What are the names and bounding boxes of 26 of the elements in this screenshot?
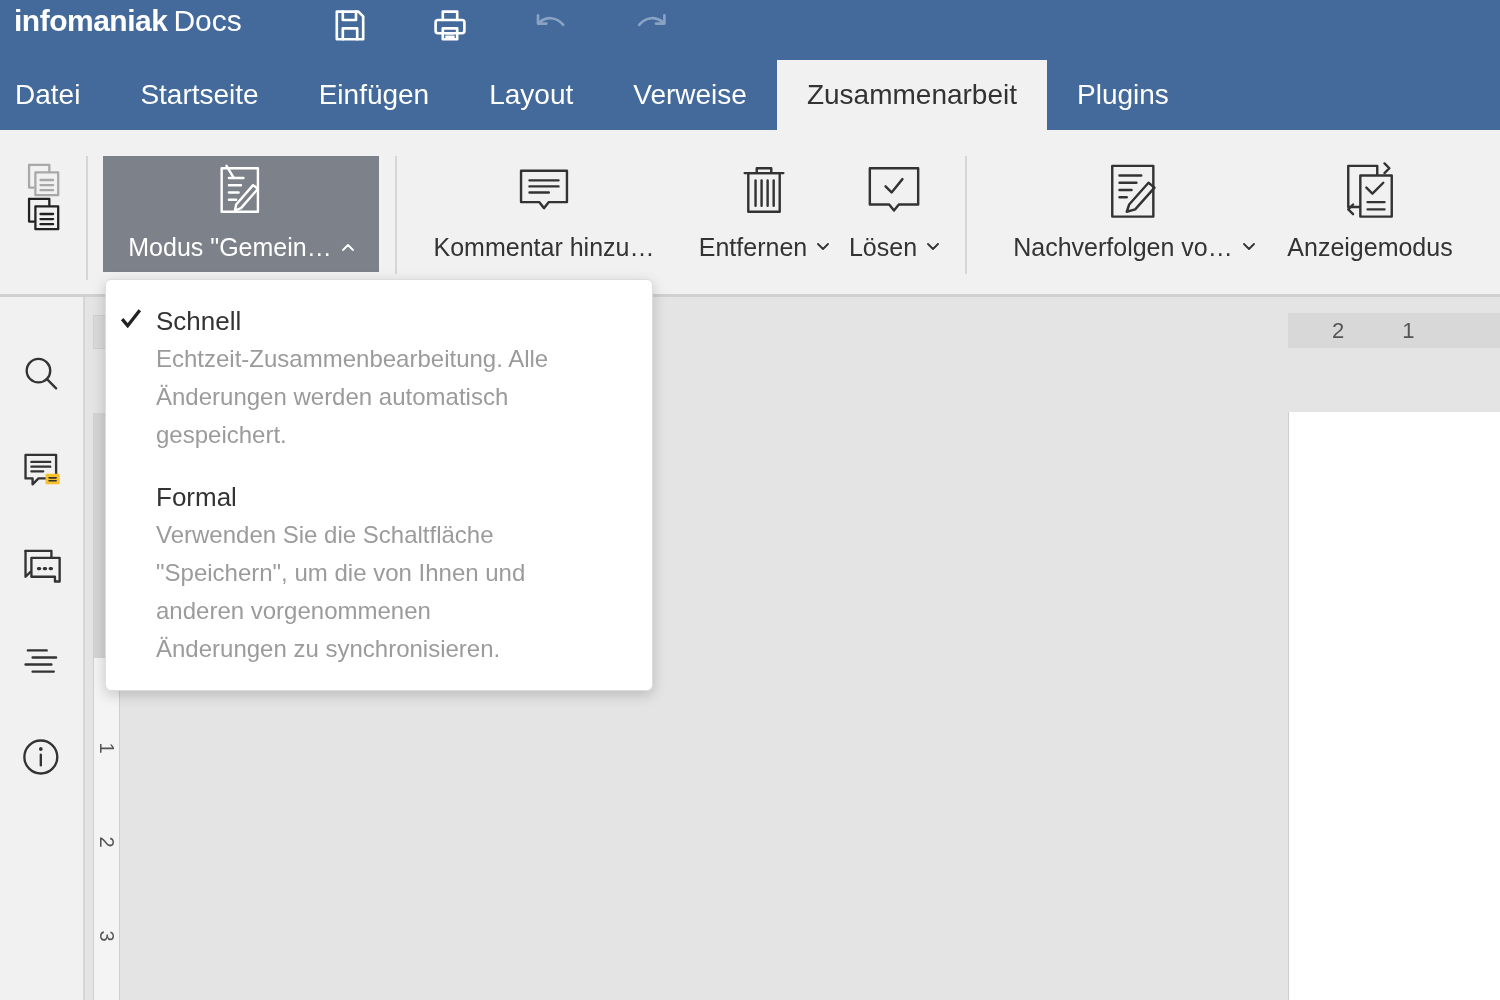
ruler-number: 3	[96, 930, 117, 942]
ribbon-tab[interactable]: Einfügen	[288, 60, 460, 130]
option-title: Schnell	[156, 305, 243, 338]
option-description: Echtzeit-Zusammenbearbeitung. Alle Änderungen werden automatisch gespeichert.	[156, 344, 550, 450]
ribbon-tab[interactable]: Verweise	[603, 60, 777, 130]
ruler-number: 1	[96, 742, 117, 754]
toolbar-button[interactable]: Nachverfolgen vo…	[989, 156, 1279, 272]
menu-option[interactable]: Schnell Echtzeit-Zusammenbearbeitung. Alle Änderungen werden automatisch gespeichert.	[106, 302, 652, 454]
product-name: Docs	[173, 4, 242, 38]
toolbar-button[interactable]: Entfernen	[689, 156, 839, 272]
ribbon-tab[interactable]: Plugins	[1047, 60, 1199, 130]
ruler-number: 2	[96, 836, 117, 848]
toolbar-button[interactable]: Lösen	[839, 156, 949, 272]
brand-logo: infomaniak	[14, 4, 168, 38]
option-description: Verwenden Sie die Schaltfläche "Speichern", um die von Ihnen und anderen vorgenommenen Änderungen zu synchronisieren.	[156, 520, 527, 664]
toolbar-button[interactable]: Kommentar hinzu…	[414, 156, 674, 272]
ruler-number: 1	[1402, 317, 1415, 345]
option-title: Formal	[156, 481, 238, 514]
ruler-number: 2	[1332, 317, 1345, 345]
ribbon-tab[interactable]: Layout	[459, 60, 604, 130]
ribbon-tab[interactable]: Startseite	[110, 60, 289, 130]
toolbar-button[interactable]: Anzeigemodus	[1279, 156, 1461, 272]
menu-option[interactable]: Formal Verwenden Sie die Schaltfläche "Speichern", um die von Ihnen und anderen vorgenommenen Änderungen zu synchronisieren.	[106, 478, 652, 668]
ribbon-tab[interactable]: Datei	[0, 60, 111, 130]
toolbar-button[interactable]: Modus "Gemein…	[103, 156, 379, 272]
ribbon-tab[interactable]: Zusammenarbeit	[776, 60, 1047, 130]
